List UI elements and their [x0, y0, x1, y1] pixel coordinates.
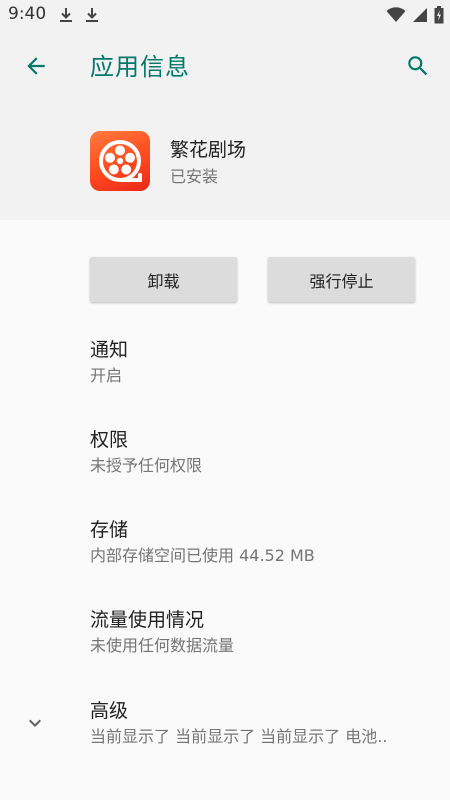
download-icon: [86, 8, 98, 22]
cell-signal-icon: [413, 8, 427, 22]
status-icons: [386, 4, 444, 26]
force-stop-button[interactable]: 强行停止: [268, 257, 415, 302]
search-icon: [408, 56, 428, 76]
pref-summary: 开启: [90, 366, 123, 385]
pref-title: 通知: [90, 339, 129, 361]
pref-summary: 未使用任何数据流量: [90, 636, 235, 655]
pref-permissions[interactable]: 权限 未授予任何权限: [90, 427, 430, 477]
wifi-icon: [386, 7, 406, 22]
arrow-back-icon: [27, 57, 45, 75]
chevron-down-icon: [29, 719, 41, 727]
status-time: 9:40: [8, 4, 47, 24]
page-title: 应用信息: [90, 53, 190, 81]
pref-notifications[interactable]: 通知 开启: [90, 337, 430, 387]
app-name: 繁花剧场: [170, 139, 247, 161]
pref-summary: 内部存储空间已使用 44.52 MB: [90, 546, 315, 565]
download-icon: [60, 8, 72, 22]
pref-summary: 当前显示了 当前显示了 当前显示了 电池..: [90, 727, 388, 746]
app-install-status: 已安装: [170, 167, 219, 186]
app-header: 应用信息 繁花剧场 已安装: [0, 30, 450, 220]
uninstall-button[interactable]: 卸载: [90, 257, 237, 302]
pref-title: 存储: [90, 519, 129, 541]
back-button[interactable]: [20, 50, 52, 82]
pref-data-usage[interactable]: 流量使用情况 未使用任何数据流量: [90, 607, 430, 657]
pref-summary: 未授予任何权限: [90, 456, 203, 475]
film-reel-icon: [99, 140, 142, 182]
app-icon: [90, 131, 150, 191]
status-bar: 9:40: [0, 0, 450, 30]
pref-storage[interactable]: 存储 内部存储空间已使用 44.52 MB: [90, 517, 430, 567]
battery-icon: [434, 6, 444, 24]
search-button[interactable]: [402, 50, 434, 82]
pref-title: 权限: [90, 429, 129, 451]
pref-advanced[interactable]: 高级 当前显示了 当前显示了 当前显示了 电池..: [90, 698, 430, 748]
pref-title: 流量使用情况: [90, 609, 205, 631]
expand-more-icon[interactable]: [22, 710, 48, 736]
pref-title: 高级: [90, 700, 129, 722]
